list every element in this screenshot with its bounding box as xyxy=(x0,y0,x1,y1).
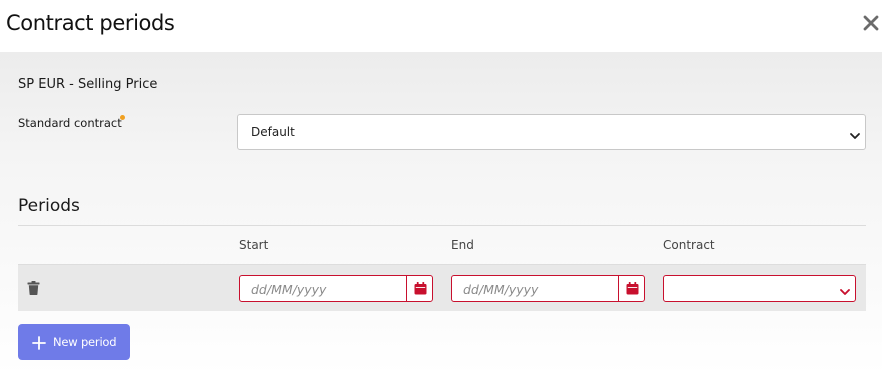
end-date-calendar-button[interactable] xyxy=(618,275,645,302)
dialog-body: SP EUR - Selling Price Standard contract… xyxy=(0,52,882,375)
plus-icon xyxy=(32,335,46,350)
price-list-label: SP EUR - Selling Price xyxy=(18,77,158,92)
calendar-icon xyxy=(626,282,639,295)
start-date-calendar-button[interactable] xyxy=(406,275,433,302)
new-period-button[interactable]: New period xyxy=(18,324,130,360)
start-date-input[interactable]: dd/MM/yyyy xyxy=(239,275,407,302)
dialog-header: Contract periods xyxy=(0,0,882,52)
end-date-placeholder: dd/MM/yyyy xyxy=(463,282,539,297)
dialog-title: Contract periods xyxy=(6,11,175,35)
chevron-down-icon xyxy=(849,127,861,139)
calendar-icon xyxy=(414,282,427,295)
chevron-down-icon xyxy=(839,283,851,295)
start-date-placeholder: dd/MM/yyyy xyxy=(251,282,327,297)
new-period-label: New period xyxy=(53,335,117,349)
column-header-contract: Contract xyxy=(663,238,715,252)
divider xyxy=(18,225,866,226)
contract-select[interactable] xyxy=(663,275,856,302)
periods-heading: Periods xyxy=(18,196,80,216)
end-date-input[interactable]: dd/MM/yyyy xyxy=(451,275,619,302)
standard-contract-select[interactable]: Default xyxy=(237,114,866,150)
standard-contract-label: Standard contract xyxy=(18,116,122,130)
required-indicator xyxy=(120,115,125,120)
column-header-start: Start xyxy=(239,238,269,252)
trash-icon[interactable] xyxy=(27,280,40,295)
standard-contract-value: Default xyxy=(251,125,295,139)
close-icon[interactable] xyxy=(860,12,882,34)
column-header-end: End xyxy=(451,238,474,252)
